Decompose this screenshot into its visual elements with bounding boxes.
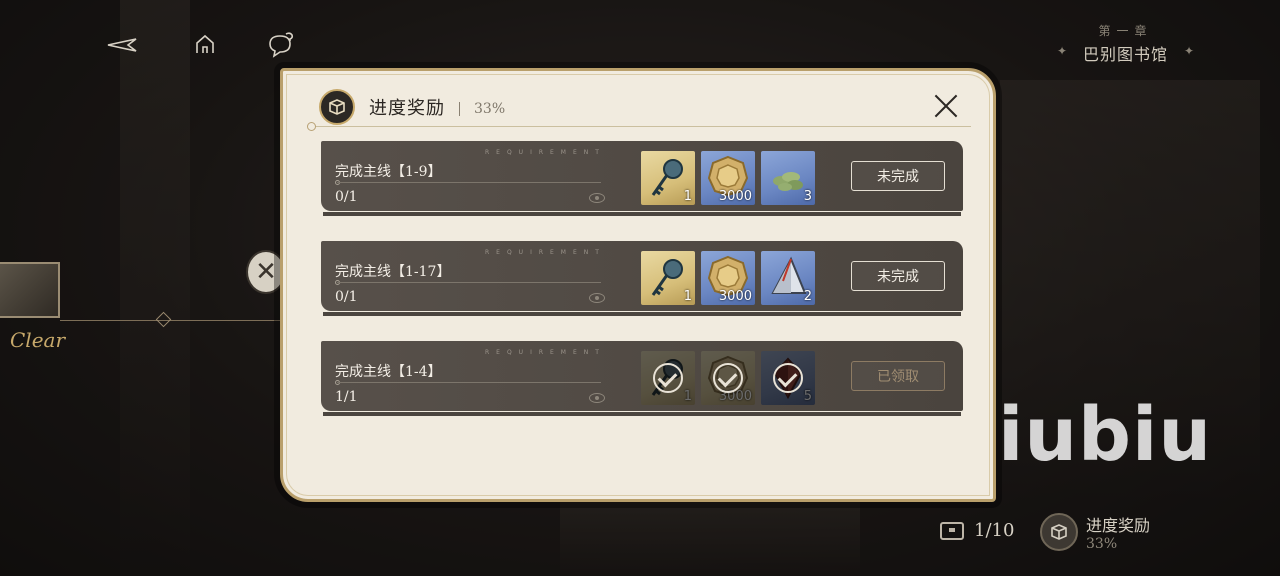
close-button[interactable] — [929, 89, 963, 123]
eye-icon[interactable] — [589, 393, 605, 403]
requirement-caption: REQUIREMENT — [485, 149, 606, 156]
reward-item[interactable]: 3000 — [701, 151, 755, 205]
home-icon[interactable] — [188, 30, 222, 60]
dialog-percent: 33% — [474, 101, 506, 117]
title-divider — [459, 102, 460, 116]
claimed-check-icon — [653, 363, 683, 393]
task-card: REQUIREMENT 完成主线【1-17】 0/1 1 3000 2 未完成 — [321, 241, 963, 311]
progress-reward-percent: 33% — [1086, 536, 1118, 552]
chest-count: 1/10 — [974, 520, 1015, 541]
task-title: 完成主线【1-9】 — [335, 164, 442, 180]
task-underline — [323, 212, 961, 216]
task-count: 0/1 — [335, 189, 358, 205]
task-status-button[interactable]: 未完成 — [851, 261, 945, 291]
reward-box-icon — [1040, 513, 1078, 551]
header-rule — [311, 126, 971, 127]
requirement-caption: REQUIREMENT — [485, 349, 606, 356]
reward-item[interactable]: 1 — [641, 151, 695, 205]
back-icon[interactable] — [106, 30, 140, 60]
task-title: 完成主线【1-17】 — [335, 264, 451, 280]
reward-box-icon — [319, 89, 355, 125]
chapter-number: 第一章 — [1098, 24, 1153, 38]
progress-reward-label: 进度奖励 — [1086, 516, 1151, 535]
task-card: REQUIREMENT 完成主线【1-9】 0/1 1 3000 3 未完成 — [321, 141, 963, 211]
star-ornament-icon: ✦ — [1056, 44, 1068, 58]
reward-item[interactable]: 3 — [761, 151, 815, 205]
reward-quantity: 5 — [803, 389, 812, 404]
reward-quantity: 3000 — [718, 289, 752, 304]
crossed-swords-icon: ✕ — [255, 257, 277, 287]
claimed-check-icon — [713, 363, 743, 393]
task-count: 1/1 — [335, 389, 358, 405]
task-count: 0/1 — [335, 289, 358, 305]
dialog-header: 进度奖励 33% — [319, 89, 505, 125]
stage-thumbnail[interactable] — [0, 262, 60, 318]
reward-quantity: 1 — [683, 189, 692, 204]
requirement-caption: REQUIREMENT — [485, 249, 606, 256]
task-underline — [323, 412, 961, 416]
eye-icon[interactable] — [589, 193, 605, 203]
progress-reward-button[interactable]: 进度奖励 33% — [1040, 512, 1150, 552]
reward-quantity: 1 — [683, 289, 692, 304]
progress-line — [337, 382, 601, 383]
chapter-header: 第一章 巴别图书馆 ✦ ✦ — [1057, 22, 1194, 65]
claimed-check-icon — [773, 363, 803, 393]
progress-reward-dialog: 进度奖励 33% REQUIREMENT 完成主线【1-9】 0/1 1 300… — [280, 68, 996, 502]
reward-item[interactable]: 3000 — [701, 251, 755, 305]
chapter-name: 巴别图书馆 — [1082, 45, 1168, 64]
star-ornament-icon: ✦ — [1183, 44, 1194, 58]
task-row: REQUIREMENT 完成主线【1-4】 1/1 1 3000 5 已领取 — [321, 341, 963, 416]
task-row: REQUIREMENT 完成主线【1-9】 0/1 1 3000 3 未完成 — [321, 141, 963, 216]
task-status-button: 已领取 — [851, 361, 945, 391]
task-status-button[interactable]: 未完成 — [851, 161, 945, 191]
header-rule-ornament — [307, 122, 316, 131]
reward-item[interactable]: 2 — [761, 251, 815, 305]
reward-quantity: 2 — [803, 289, 812, 304]
reward-quantity: 3 — [803, 189, 812, 204]
task-card: REQUIREMENT 完成主线【1-4】 1/1 1 3000 5 已领取 — [321, 341, 963, 411]
progress-line — [337, 182, 601, 183]
chest-icon — [940, 521, 964, 540]
reward-quantity: 1 — [683, 389, 692, 404]
reward-item[interactable]: 1 — [641, 251, 695, 305]
reward-quantity: 3000 — [718, 189, 752, 204]
progress-line — [337, 282, 601, 283]
dialog-title: 进度奖励 — [369, 98, 445, 119]
task-underline — [323, 312, 961, 316]
eye-icon[interactable] — [589, 293, 605, 303]
task-row: REQUIREMENT 完成主线【1-17】 0/1 1 3000 2 未完成 — [321, 241, 963, 316]
chest-counter: 1/10 — [940, 520, 1014, 541]
task-title: 完成主线【1-4】 — [335, 364, 442, 380]
help-icon[interactable] — [264, 30, 298, 60]
clear-label: Clear — [10, 328, 66, 352]
